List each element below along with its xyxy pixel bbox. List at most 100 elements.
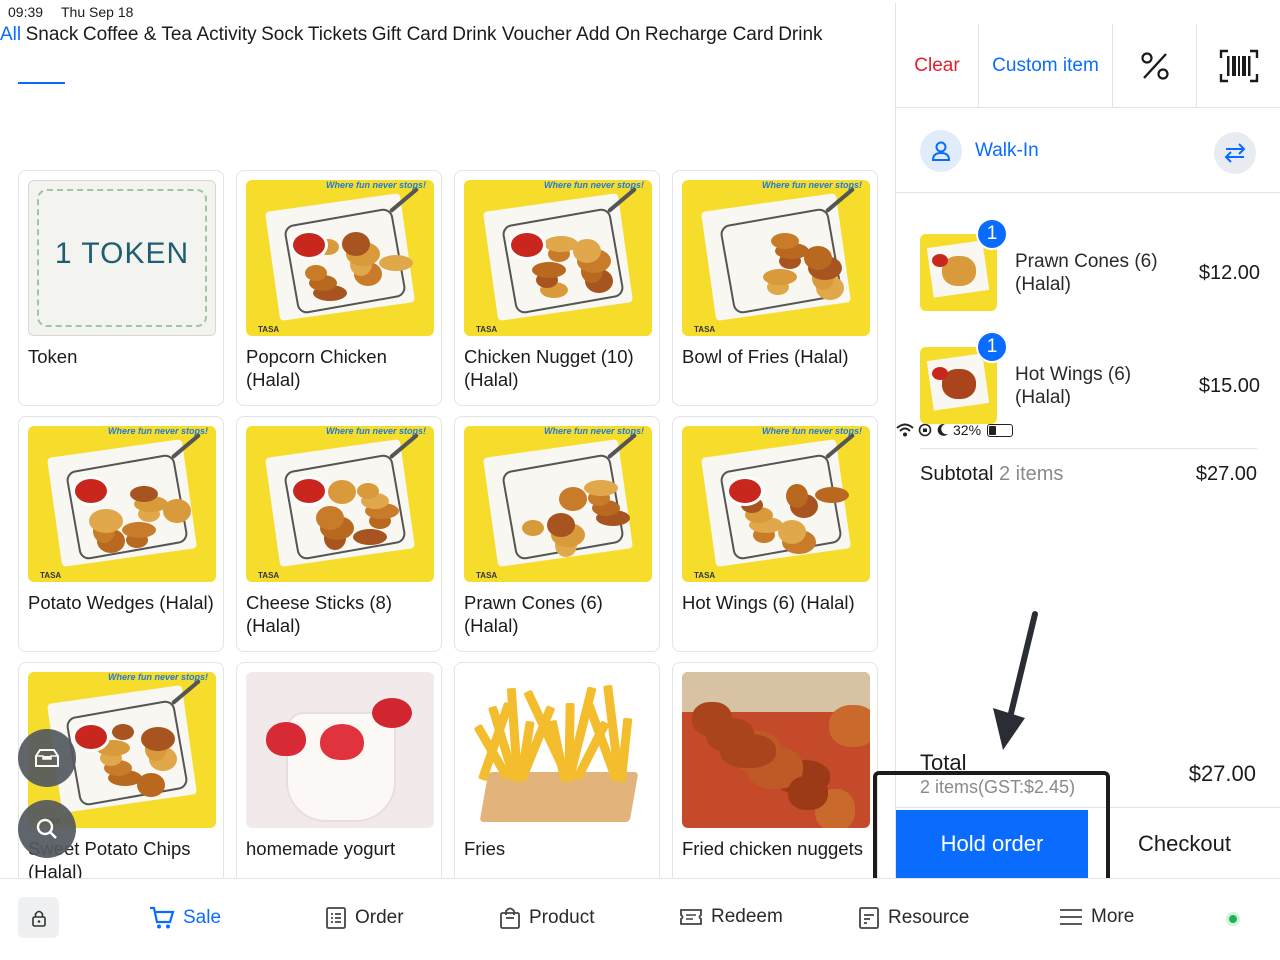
subtotal-label: Subtotal 2 items [920,463,1063,486]
nav-order[interactable]: Order [325,906,404,930]
menu-icon [1060,909,1082,925]
food-piece [316,506,344,530]
food-piece [163,499,191,523]
tab-recharge-card[interactable]: Recharge Card [645,24,774,45]
tab-coffee-tea[interactable]: Coffee & Tea [83,24,192,45]
lock-button[interactable] [18,897,59,938]
food-piece [786,484,808,508]
tab-tickets[interactable]: Tickets [308,24,367,45]
image-tagline: Where fun never stops! [325,180,426,190]
tab-drink-voucher[interactable]: Drink Voucher [452,24,571,45]
cart-item-name: Hot Wings (6) (Halal) [1015,364,1132,408]
customer-row[interactable]: Walk-In [896,108,1280,193]
nav-resource[interactable]: Resource [858,906,969,930]
cart-item-name: Prawn Cones (6) (Halal) [1015,251,1158,295]
product-image: 1 TOKEN [28,180,216,336]
cash-drawer-button[interactable] [18,729,76,787]
sauce-dip [726,476,764,506]
tab-drink[interactable]: Drink [778,24,822,45]
pos-screen: 09:39 Thu Sep 18 32% All Snack Coffee & … [0,0,1280,960]
product-image: Where fun never stops! TASA [246,180,434,336]
image-tagline: Where fun never stops! [543,180,644,190]
nav-product[interactable]: Product [499,906,594,930]
clear-button[interactable]: Clear [896,24,979,108]
food-piece [137,773,165,797]
product-card[interactable]: Where fun never stops! TASA Prawn Cones (6… [454,416,660,652]
food-piece [763,269,797,285]
cart-line-item[interactable]: 1 Prawn Cones (6) (Halal) $12.00 [920,218,1260,314]
quantity-badge: 1 [976,218,1008,250]
search-icon [36,818,57,839]
tab-all[interactable]: All [0,24,21,45]
food-piece [141,727,175,751]
subtotal-text: Subtotal [920,463,994,485]
product-image: Where fun never stops! TASA [464,180,652,336]
nav-more[interactable]: More [1059,906,1134,928]
cart-pane: Clear Custom item Walk-In 1 Prawn Cones (… [895,24,1280,878]
brand-logo: TASA [258,325,280,334]
food-piece [379,255,413,271]
product-card[interactable]: Where fun never stops! TASA Hot Wings (6) … [672,416,878,652]
food-piece [547,513,575,537]
cart-line-item[interactable]: 1 Hot Wings (6) (Halal) $15.00 [920,331,1260,427]
checkout-button[interactable]: Checkout [1088,810,1280,878]
barcode-scan-button[interactable] [1197,24,1280,108]
strawberry [320,724,364,760]
nav-redeem[interactable]: Redeem [679,906,783,928]
tab-snack[interactable]: Snack [26,24,79,45]
cart-icon [150,906,175,929]
search-button[interactable] [18,800,76,858]
brand-logo: TASA [40,571,62,580]
brand-logo: TASA [258,571,280,580]
category-tabs: All Snack Coffee & Tea Activity Sock Tic… [0,24,895,84]
discount-button[interactable] [1113,24,1197,108]
brand-logo: TASA [476,571,498,580]
product-card[interactable]: Where fun never stops! TASA Cheese Sticks … [236,416,442,652]
food-piece [522,520,544,536]
subtotal-row: Subtotal 2 items $27.00 [920,448,1257,494]
product-card[interactable]: 1 TOKEN Token [18,170,224,406]
product-name: Potato Wedges (Halal) [28,592,214,613]
product-image [464,672,652,828]
product-card[interactable]: Where fun never stops! TASA Chicken Nugget… [454,170,660,406]
ticket-icon [680,909,702,925]
brand-logo: TASA [476,325,498,334]
nav-resource-label: Resource [888,907,970,928]
swap-icon [1224,143,1246,163]
product-card[interactable]: Where fun never stops! TASA Popcorn Chicke… [236,170,442,406]
product-name: homemade yogurt [246,838,396,859]
food-piece [328,480,356,504]
basket [719,453,843,561]
subtotal-count: 2 items [998,463,1064,485]
status-time: 09:39 [8,4,44,20]
image-tagline: Where fun never stops! [761,180,862,190]
food-piece [778,520,806,544]
nav-sale[interactable]: Sale [149,906,221,930]
tab-sock[interactable]: Sock [261,24,303,45]
tab-gift-card[interactable]: Gift Card [372,24,448,45]
product-name: Cheese Sticks (8) (Halal) [246,592,392,636]
status-date: Thu Sep 18 [61,4,134,20]
product-card[interactable]: Where fun never stops! TASA Potato Wedges … [18,416,224,652]
cart-toolbar: Clear Custom item [896,24,1280,108]
product-card[interactable]: Fries [454,662,660,878]
customer-avatar [920,130,962,172]
tab-activity[interactable]: Activity [196,24,256,45]
strawberry [266,722,306,756]
product-card[interactable]: homemade yogurt [236,662,442,878]
product-image [246,672,434,828]
tab-add-on[interactable]: Add On [576,24,640,45]
custom-item-button[interactable]: Custom item [979,24,1113,108]
sauce-dip [932,367,948,380]
food-piece [342,232,370,256]
nav-sale-label: Sale [183,907,222,928]
switch-customer-button[interactable] [1214,132,1256,174]
brand-logo: TASA [694,325,716,334]
food-piece [804,246,832,270]
product-card[interactable]: Fried chicken nuggets [672,662,878,878]
brand-logo: TASA [694,571,716,580]
nav-order-label: Order [355,907,404,928]
nugget [788,776,828,810]
sauce-dip [290,230,328,260]
product-card[interactable]: Where fun never stops! TASA Bowl of Fries … [672,170,878,406]
